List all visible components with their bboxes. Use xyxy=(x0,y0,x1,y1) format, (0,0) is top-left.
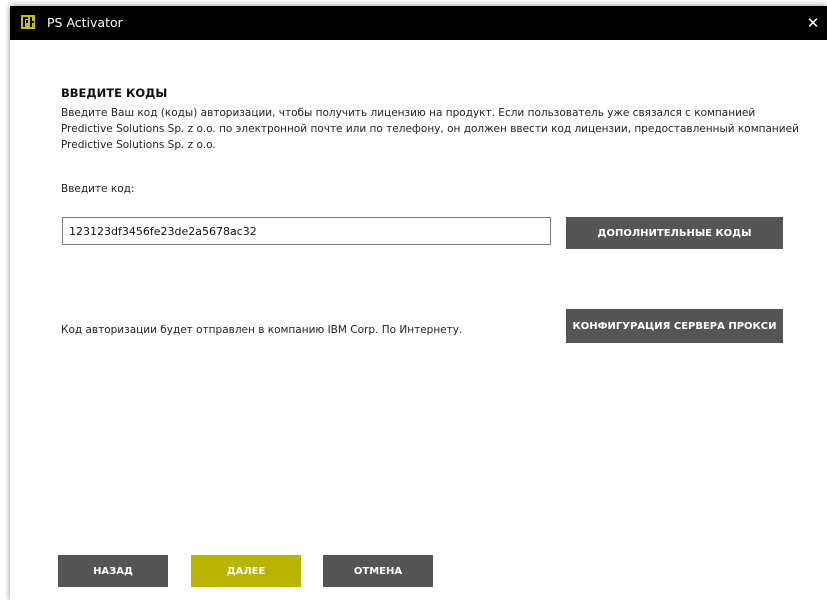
proxy-config-button[interactable]: КОНФИГУРАЦИЯ СЕРВЕРА ПРОКСИ xyxy=(566,309,783,343)
window-title: PS Activator xyxy=(47,15,123,30)
proxy-info-text: Код авторизации будет отправлен в компан… xyxy=(61,324,463,336)
page-heading: ВВЕДИТЕ КОДЫ xyxy=(61,86,168,100)
instructions-text: Введите Ваш код (коды) авторизации, чтоб… xyxy=(61,107,799,151)
cancel-button[interactable]: ОТМЕНА xyxy=(323,555,433,587)
code-prompt-label: Введите код: xyxy=(61,183,135,195)
back-button[interactable]: НАЗАД xyxy=(58,555,168,587)
next-button[interactable]: ДАЛЕЕ xyxy=(191,555,301,587)
close-icon[interactable]: ✕ xyxy=(799,6,827,40)
ps-logo-icon xyxy=(21,15,35,29)
title-bar[interactable]: PS Activator ✕ xyxy=(10,6,827,40)
authorization-code-input[interactable] xyxy=(62,217,551,245)
additional-codes-button[interactable]: ДОПОЛНИТЕЛЬНЫЕ КОДЫ xyxy=(566,217,783,249)
activator-window: PS Activator ✕ ВВЕДИТЕ КОДЫ Введите Ваш … xyxy=(10,6,827,600)
